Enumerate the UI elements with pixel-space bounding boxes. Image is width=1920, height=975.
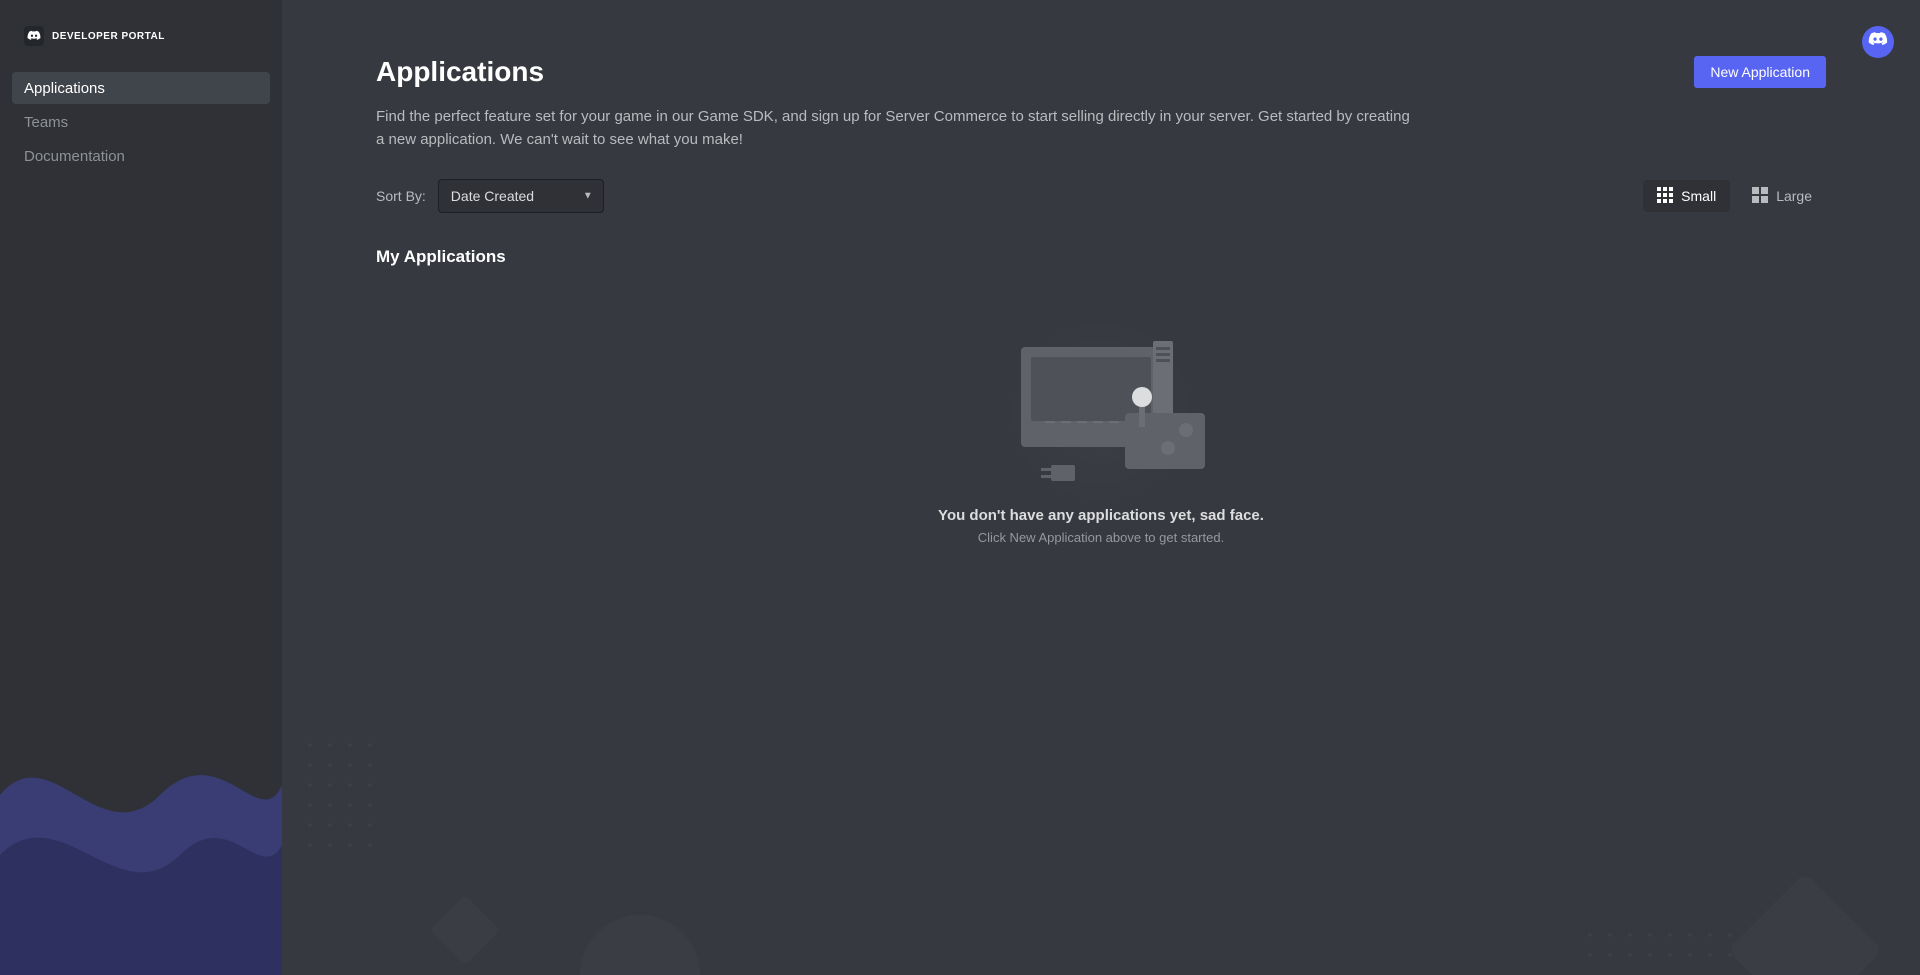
sort-group: Sort By: Date Created ▼ xyxy=(376,179,604,213)
sidebar-item-documentation[interactable]: Documentation xyxy=(12,140,270,172)
new-application-button[interactable]: New Application xyxy=(1694,56,1826,88)
sort-by-selected: Date Created xyxy=(451,188,534,204)
page-description: Find the perfect feature set for your ga… xyxy=(376,106,1416,151)
discord-logo-icon xyxy=(24,26,44,46)
empty-state: You don't have any applications yet, sad… xyxy=(376,337,1826,545)
sort-by-select[interactable]: Date Created ▼ xyxy=(438,179,604,213)
empty-state-illustration xyxy=(981,337,1221,487)
sidebar-item-label: Documentation xyxy=(24,148,125,165)
grid-large-icon xyxy=(1752,187,1768,206)
header-row: Applications New Application xyxy=(376,56,1826,88)
view-large-label: Large xyxy=(1776,188,1812,204)
view-small-button[interactable]: Small xyxy=(1643,180,1730,212)
sidebar-item-label: Teams xyxy=(24,114,68,131)
sidebar-item-label: Applications xyxy=(24,80,105,97)
sort-by-label: Sort By: xyxy=(376,188,426,204)
sidebar: DEVELOPER PORTAL Applications Teams Docu… xyxy=(0,0,282,975)
main-content: Applications New Application Find the pe… xyxy=(282,0,1920,975)
grid-small-icon xyxy=(1657,187,1673,206)
section-title: My Applications xyxy=(376,247,1826,267)
sidebar-item-applications[interactable]: Applications xyxy=(12,72,270,104)
view-large-button[interactable]: Large xyxy=(1738,180,1826,212)
controls-row: Sort By: Date Created ▼ Small Large xyxy=(376,179,1826,213)
nav: Applications Teams Documentation xyxy=(0,72,282,172)
brand-text: DEVELOPER PORTAL xyxy=(52,31,165,42)
chevron-down-icon: ▼ xyxy=(583,191,593,202)
sidebar-wave-decoration xyxy=(0,675,282,975)
brand: DEVELOPER PORTAL xyxy=(0,0,282,72)
sidebar-item-teams[interactable]: Teams xyxy=(12,106,270,138)
empty-state-subtitle: Click New Application above to get start… xyxy=(978,530,1224,545)
view-small-label: Small xyxy=(1681,188,1716,204)
view-toggle: Small Large xyxy=(1643,180,1826,212)
page-title: Applications xyxy=(376,56,544,88)
